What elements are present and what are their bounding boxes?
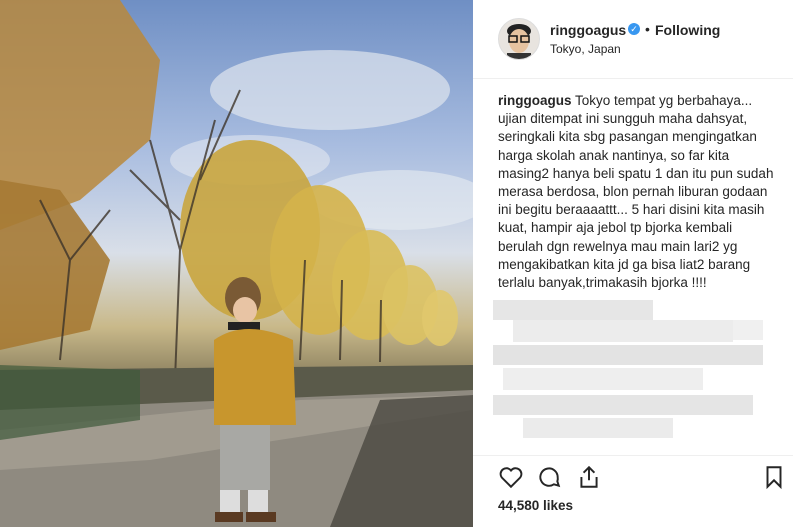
photo-scene — [0, 0, 473, 527]
caption-username[interactable]: ringgoagus — [498, 93, 572, 108]
action-bar — [473, 455, 793, 501]
verified-badge-icon: ✓ — [628, 23, 640, 35]
separator-dot: • — [645, 21, 650, 37]
likes-count[interactable]: 44,580 likes — [498, 498, 573, 513]
comment-icon[interactable] — [536, 464, 564, 492]
following-button[interactable]: Following — [655, 22, 720, 38]
post-panel: ringgoagus ✓ • Following Tokyo, Japan ri… — [473, 0, 793, 527]
post-photo[interactable] — [0, 0, 473, 527]
blurred-comments — [493, 300, 773, 440]
bookmark-icon[interactable] — [761, 464, 789, 492]
post-header: ringgoagus ✓ • Following Tokyo, Japan — [473, 0, 793, 79]
heart-icon[interactable] — [498, 464, 526, 492]
avatar[interactable] — [498, 18, 540, 60]
username-link[interactable]: ringgoagus — [550, 22, 626, 38]
share-icon[interactable] — [576, 464, 604, 492]
caption-text: Tokyo tempat yg berbahaya... ujian ditem… — [498, 93, 774, 291]
post-caption: ringgoagus Tokyo tempat yg berbahaya... … — [498, 92, 780, 292]
location-link[interactable]: Tokyo, Japan — [550, 42, 621, 56]
